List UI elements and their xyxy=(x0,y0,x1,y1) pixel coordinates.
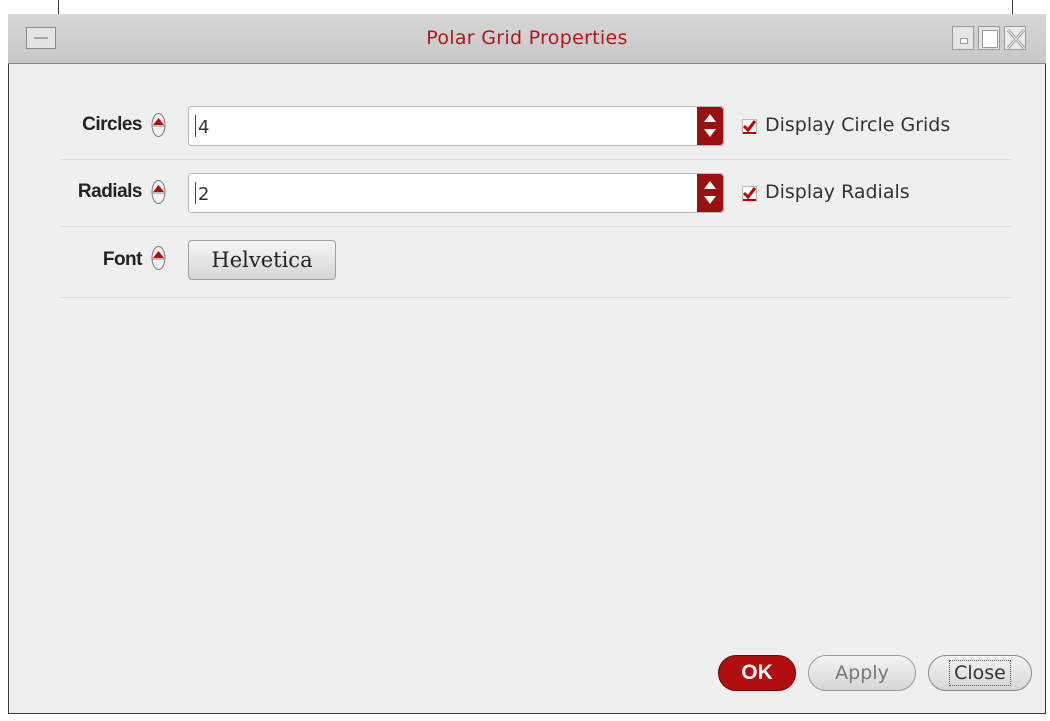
frame-edge xyxy=(1012,0,1013,14)
text-cursor xyxy=(195,182,196,204)
circles-spinner[interactable] xyxy=(697,107,723,145)
window-bottom-edge xyxy=(8,713,1046,714)
window-title: Polar Grid Properties xyxy=(426,27,628,49)
radials-indicator-icon[interactable] xyxy=(151,179,166,205)
apply-button[interactable]: Apply xyxy=(808,655,916,691)
maximize-icon[interactable] xyxy=(978,26,1000,50)
font-label: Font xyxy=(102,249,143,270)
minimize-icon[interactable] xyxy=(952,26,974,50)
divider xyxy=(60,297,1012,298)
frame-edge xyxy=(58,0,59,14)
close-button[interactable]: Close xyxy=(928,655,1032,691)
radials-input[interactable]: 2 xyxy=(188,173,724,213)
display-radials-checkbox[interactable] xyxy=(742,186,757,201)
divider xyxy=(60,226,1012,227)
divider xyxy=(60,159,1012,160)
title-bar[interactable]: Polar Grid Properties xyxy=(8,14,1046,64)
font-row: Font Helvetica xyxy=(8,233,1046,283)
circles-value: 4 xyxy=(198,117,210,138)
desktop-top-strip xyxy=(0,0,1050,14)
text-cursor xyxy=(195,115,196,137)
close-icon[interactable] xyxy=(1004,26,1026,50)
circles-row: Circles 4 Display Circle Grids xyxy=(8,98,1046,148)
circles-input[interactable]: 4 xyxy=(188,106,724,146)
circles-indicator-icon[interactable] xyxy=(151,112,166,138)
circle-grids-checkbox[interactable] xyxy=(742,119,757,134)
font-indicator-icon[interactable] xyxy=(151,245,166,271)
circle-grids-checkbox-label[interactable]: Display Circle Grids xyxy=(765,114,950,136)
radials-value: 2 xyxy=(198,184,210,205)
radials-spinner[interactable] xyxy=(697,174,723,212)
radials-row: Radials 2 Display Radials xyxy=(8,165,1046,215)
font-button[interactable]: Helvetica xyxy=(188,240,336,280)
radials-label: Radials xyxy=(77,181,143,202)
ok-button[interactable]: OK xyxy=(718,655,796,691)
circles-label: Circles xyxy=(82,114,142,135)
display-radials-checkbox-label[interactable]: Display Radials xyxy=(765,181,910,203)
close-button-label: Close xyxy=(949,660,1011,686)
